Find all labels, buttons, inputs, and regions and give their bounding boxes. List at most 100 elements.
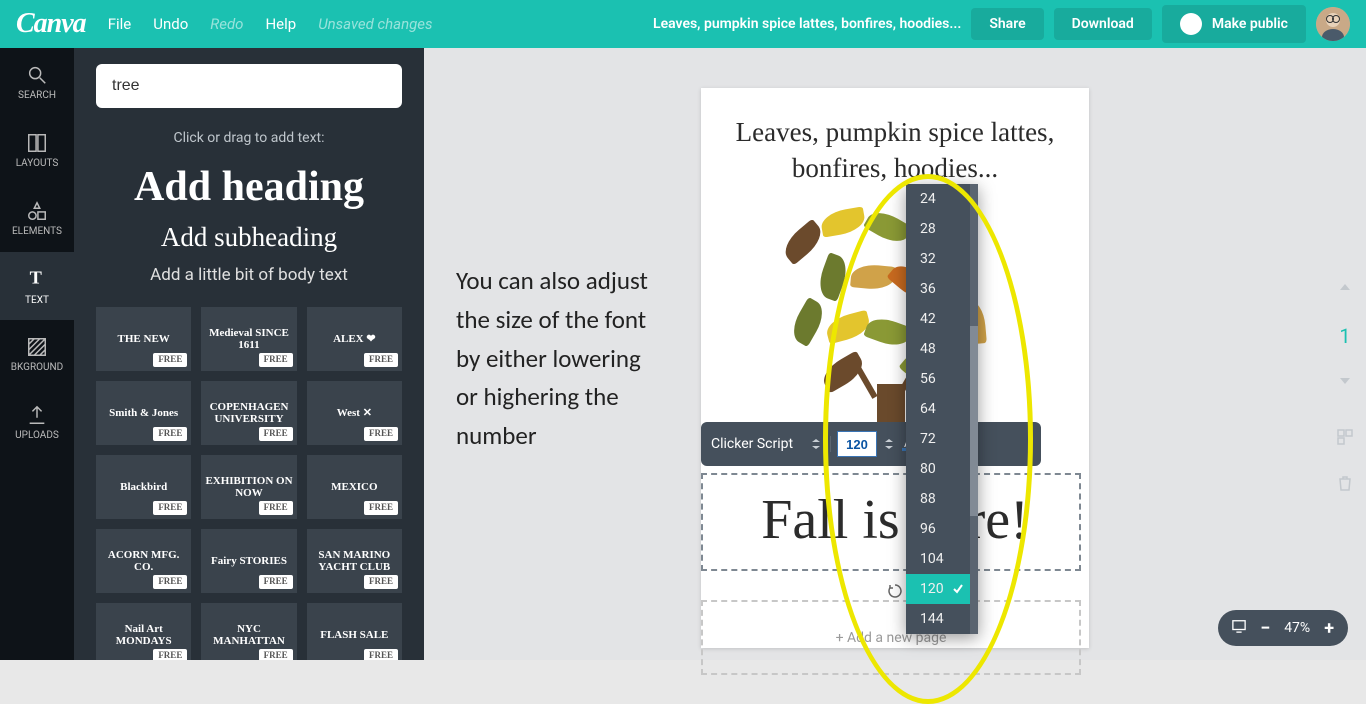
zoom-control: − 47% + [1218, 610, 1348, 646]
zoom-level[interactable]: 47% [1284, 620, 1310, 636]
font-size-option[interactable]: 88 [906, 484, 978, 514]
free-badge: FREE [259, 427, 293, 441]
text-template[interactable]: Smith & JonesFREE [96, 381, 191, 445]
add-page-button[interactable]: + Add a new page [701, 600, 1081, 675]
nav-background[interactable]: BKGROUND [0, 320, 74, 388]
layouts-icon [26, 132, 48, 154]
search-icon [26, 64, 48, 86]
make-public-button[interactable]: Make public [1162, 5, 1306, 43]
free-badge: FREE [259, 575, 293, 589]
text-template[interactable]: West ✕FREE [307, 381, 402, 445]
font-size-dropdown[interactable]: 242832364248566472808896104120144 [906, 184, 978, 634]
font-size-option[interactable]: 24 [906, 184, 978, 214]
font-size-input[interactable] [837, 431, 877, 457]
nav-search[interactable]: SEARCH [0, 48, 74, 116]
annotation-text: You can also adjust the size of the font… [456, 262, 666, 456]
page-number: 1 [1339, 324, 1350, 348]
add-subheading[interactable]: Add subheading [96, 222, 402, 253]
design-page[interactable]: Leaves, pumpkin spice lattes, bonfires, … [701, 88, 1089, 648]
nav-layouts[interactable]: LAYOUTS [0, 116, 74, 184]
font-size-stepper[interactable] [883, 435, 895, 454]
menu-redo[interactable]: Redo [210, 15, 243, 33]
search-input[interactable] [96, 64, 402, 108]
text-template[interactable]: ALEX ❤FREE [307, 307, 402, 371]
zoom-out-button[interactable]: − [1260, 618, 1270, 639]
add-heading[interactable]: Add heading [96, 166, 402, 208]
text-icon: T [26, 266, 48, 291]
text-template[interactable]: FLASH SALEFREE [307, 603, 402, 660]
make-public-label: Make public [1212, 16, 1288, 32]
nav-label: ELEMENTS [12, 226, 62, 237]
text-template[interactable]: BlackbirdFREE [96, 455, 191, 519]
text-template[interactable]: EXHIBITION ON NOWFREE [201, 455, 296, 519]
text-template-grid: THE NEWFREEMedieval SINCE 1611FREEALEX ❤… [96, 307, 402, 660]
svg-text:T: T [30, 267, 42, 287]
zoom-in-button[interactable]: + [1324, 618, 1334, 639]
text-template[interactable]: Fairy STORIESFREE [201, 529, 296, 593]
page-down-button[interactable] [1336, 372, 1354, 394]
text-template[interactable]: ACORN MFG. CO.FREE [96, 529, 191, 593]
public-toggle-icon [1180, 13, 1202, 35]
stepper-icon [883, 438, 895, 450]
font-size-option[interactable]: 64 [906, 394, 978, 424]
text-template[interactable]: SAN MARINO YACHT CLUBFREE [307, 529, 402, 593]
free-badge: FREE [153, 427, 187, 441]
free-badge: FREE [259, 353, 293, 367]
free-badge: FREE [364, 649, 398, 660]
scrollbar-thumb[interactable] [970, 326, 978, 516]
menu-help[interactable]: Help [265, 15, 296, 33]
page-heading[interactable]: Leaves, pumpkin spice lattes, bonfires, … [701, 88, 1089, 187]
font-size-option[interactable]: 42 [906, 304, 978, 334]
free-badge: FREE [153, 649, 187, 660]
font-size-option[interactable]: 144 [906, 604, 978, 634]
font-size-option[interactable]: 80 [906, 454, 978, 484]
font-size-option[interactable]: 56 [906, 364, 978, 394]
text-template[interactable]: MEXICOFREE [307, 455, 402, 519]
font-size-option[interactable]: 28 [906, 214, 978, 244]
font-size-option[interactable]: 72 [906, 424, 978, 454]
text-template[interactable]: Medieval SINCE 1611FREE [201, 307, 296, 371]
free-badge: FREE [259, 649, 293, 660]
drag-hint: Click or drag to add text: [96, 130, 402, 146]
download-button[interactable]: Download [1054, 8, 1152, 40]
nav-elements[interactable]: ELEMENTS [0, 184, 74, 252]
upload-icon [26, 404, 48, 426]
script-text[interactable]: Fall is here! [701, 478, 1089, 562]
free-badge: FREE [153, 501, 187, 515]
font-size-option[interactable]: 48 [906, 334, 978, 364]
delete-page-button[interactable] [1336, 474, 1354, 496]
menu-file[interactable]: File [108, 15, 132, 33]
nav-uploads[interactable]: UPLOADS [0, 388, 74, 456]
save-status: Unsaved changes [318, 15, 432, 33]
elements-icon [26, 200, 48, 222]
nav-text[interactable]: T TEXT [0, 252, 74, 320]
font-family-selector[interactable]: Clicker Script [711, 436, 831, 452]
presentation-mode-button[interactable] [1232, 619, 1246, 637]
free-badge: FREE [153, 575, 187, 589]
font-size-option[interactable]: 96 [906, 514, 978, 544]
page-up-button[interactable] [1336, 278, 1354, 300]
nav-label: LAYOUTS [16, 158, 59, 169]
text-template[interactable]: THE NEWFREE [96, 307, 191, 371]
font-size-option[interactable]: 32 [906, 244, 978, 274]
menu-undo[interactable]: Undo [153, 15, 188, 33]
top-bar: Canva File Undo Redo Help Unsaved change… [0, 0, 1366, 48]
background-icon [26, 336, 48, 358]
font-size-option[interactable]: 120 [906, 574, 978, 604]
canva-logo[interactable]: Canva [16, 8, 86, 40]
text-toolbar: Clicker Script A B [701, 422, 1041, 466]
add-body-text[interactable]: Add a little bit of body text [96, 265, 402, 285]
text-template[interactable]: COPENHAGEN UNIVERSITYFREE [201, 381, 296, 445]
font-size-option[interactable]: 104 [906, 544, 978, 574]
font-size-option[interactable]: 36 [906, 274, 978, 304]
text-template[interactable]: Nail Art MONDAYSFREE [96, 603, 191, 660]
nav-rail: SEARCH LAYOUTS ELEMENTS T TEXT BKGROUND … [0, 48, 74, 660]
font-name-label: Clicker Script [711, 436, 793, 452]
header-right: Leaves, pumpkin spice lattes, bonfires, … [653, 5, 1350, 43]
user-avatar[interactable] [1316, 7, 1350, 41]
document-title[interactable]: Leaves, pumpkin spice lattes, bonfires, … [653, 16, 961, 32]
share-button[interactable]: Share [971, 8, 1043, 40]
grid-view-button[interactable] [1336, 428, 1354, 450]
text-template[interactable]: NYC MANHATTANFREE [201, 603, 296, 660]
free-badge: FREE [259, 501, 293, 515]
